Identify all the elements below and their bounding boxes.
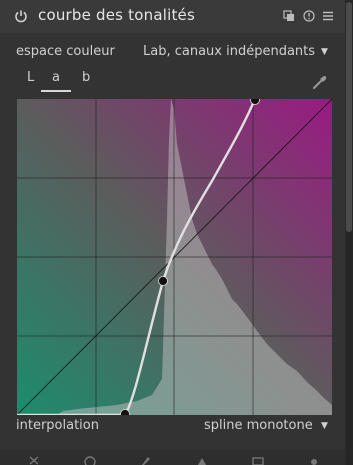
color-space-dropdown[interactable]: Lab, canaux indépendants	[143, 44, 315, 59]
tone-curve-panel: courbe des tonalités espace couleur Lab,…	[0, 0, 345, 465]
curve-node[interactable]	[250, 99, 260, 105]
module-header[interactable]: courbe des tonalités	[0, 0, 345, 33]
shape-icon[interactable]	[196, 454, 208, 465]
tone-curve-graph[interactable]	[17, 99, 332, 415]
gradient-icon[interactable]	[252, 454, 264, 465]
curve-node[interactable]	[120, 409, 130, 416]
interpolation-label: interpolation	[16, 418, 99, 433]
close-icon[interactable]	[28, 454, 40, 465]
module-title: courbe des tonalités	[38, 6, 195, 24]
active-tab-indicator	[41, 90, 71, 92]
chevron-down-icon[interactable]: ▼	[321, 47, 328, 57]
tab-a[interactable]: a	[52, 70, 60, 85]
tab-l[interactable]: L	[27, 70, 34, 85]
interpolation-dropdown[interactable]: spline monotone	[204, 418, 313, 433]
tab-b[interactable]: b	[82, 70, 90, 85]
power-icon[interactable]	[14, 9, 28, 23]
color-space-label: espace couleur	[16, 44, 115, 59]
scrollbar-thumb[interactable]	[346, 2, 352, 232]
settings-icon[interactable]	[308, 454, 320, 465]
chevron-down-icon[interactable]: ▼	[321, 421, 328, 431]
pen-icon[interactable]	[140, 454, 152, 465]
menu-icon[interactable]	[322, 10, 334, 22]
curve-node[interactable]	[158, 276, 168, 286]
color-picker-icon[interactable]	[311, 73, 329, 91]
presets-icon[interactable]	[283, 10, 295, 22]
circle-icon[interactable]	[84, 454, 96, 465]
reset-icon[interactable]	[303, 10, 315, 22]
bottom-toolbar	[0, 450, 345, 465]
